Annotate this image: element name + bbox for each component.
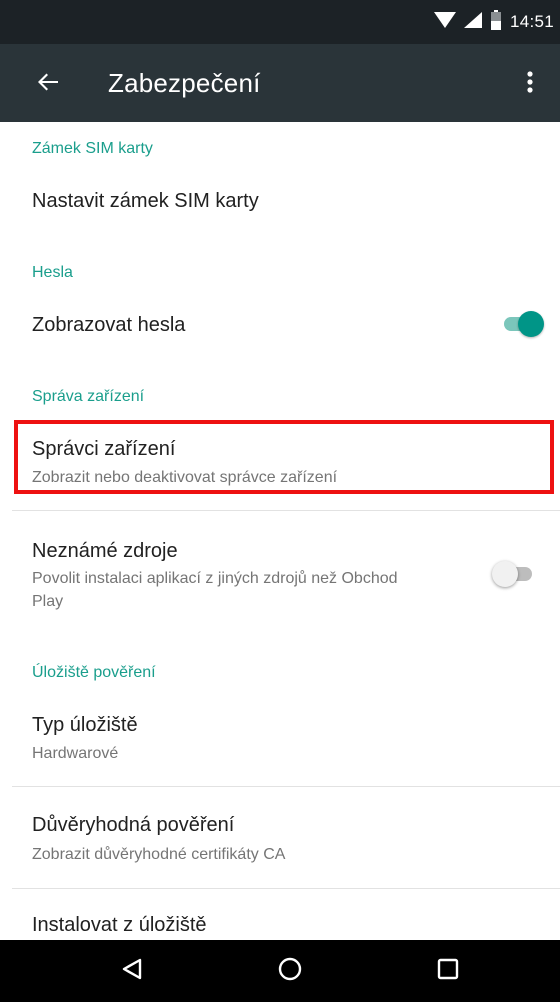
pref-sim-lock[interactable]: Nastavit zámek SIM karty xyxy=(0,168,560,234)
settings-list[interactable]: Zámek SIM karty Nastavit zámek SIM karty… xyxy=(0,122,560,940)
pref-storage-type[interactable]: Typ úložiště Hardwarové xyxy=(0,692,560,772)
pref-title: Důvěryhodná pověření xyxy=(32,814,235,836)
pref-show-passwords[interactable]: Zobrazovat hesla xyxy=(0,292,560,358)
battery-icon xyxy=(490,9,502,35)
pref-trusted-credentials[interactable]: Důvěryhodná pověření Zobrazit důvěryhodn… xyxy=(0,794,560,882)
recents-square-icon xyxy=(437,958,459,985)
show-passwords-toggle[interactable] xyxy=(502,311,544,337)
nav-home-button[interactable] xyxy=(268,949,312,993)
highlight-box xyxy=(14,420,554,494)
section-header-sim: Zámek SIM karty xyxy=(32,140,153,157)
navigation-bar xyxy=(0,940,560,1002)
pref-install-from-storage[interactable]: Instalovat z úložiště xyxy=(0,896,560,940)
section-header-credentials: Úložiště pověření xyxy=(32,664,156,681)
pref-title: Instalovat z úložiště xyxy=(32,914,207,936)
status-icons: 14:51 xyxy=(433,0,554,44)
wifi-icon xyxy=(433,11,456,34)
pref-summary: Povolit instalaci aplikací z jiných zdro… xyxy=(32,570,398,610)
overflow-menu-button[interactable] xyxy=(508,62,552,106)
home-circle-icon xyxy=(277,956,303,987)
status-bar: 14:51 xyxy=(0,0,560,44)
divider xyxy=(12,786,560,787)
toggle-thumb xyxy=(492,561,518,587)
section-header-device-admin: Správa zařízení xyxy=(32,388,145,405)
back-button[interactable] xyxy=(26,62,70,106)
status-time: 14:51 xyxy=(509,12,554,31)
unknown-sources-toggle[interactable] xyxy=(492,561,534,587)
app-bar: Zabezpečení xyxy=(0,44,560,122)
signal-icon xyxy=(463,11,482,34)
nav-back-button[interactable] xyxy=(110,949,154,993)
pref-unknown-sources[interactable]: Neznámé zdroje Povolit instalaci aplikac… xyxy=(0,522,560,630)
page-title: Zabezpečení xyxy=(108,68,261,98)
pref-summary: Hardwarové xyxy=(32,745,119,762)
toggle-thumb xyxy=(518,311,544,337)
section-header-passwords: Hesla xyxy=(32,264,73,281)
pref-title: Typ úložiště xyxy=(32,714,138,736)
pref-summary: Zobrazit důvěryhodné certifikáty CA xyxy=(32,846,286,863)
more-vert-icon xyxy=(526,70,534,99)
back-triangle-icon xyxy=(120,957,144,986)
pref-title: Nastavit zámek SIM karty xyxy=(32,190,259,212)
pref-title: Zobrazovat hesla xyxy=(32,314,186,336)
nav-recents-button[interactable] xyxy=(426,949,470,993)
pref-title: Neznámé zdroje xyxy=(32,540,178,562)
divider xyxy=(12,510,560,511)
divider xyxy=(12,888,560,889)
arrow-back-icon xyxy=(37,71,59,98)
